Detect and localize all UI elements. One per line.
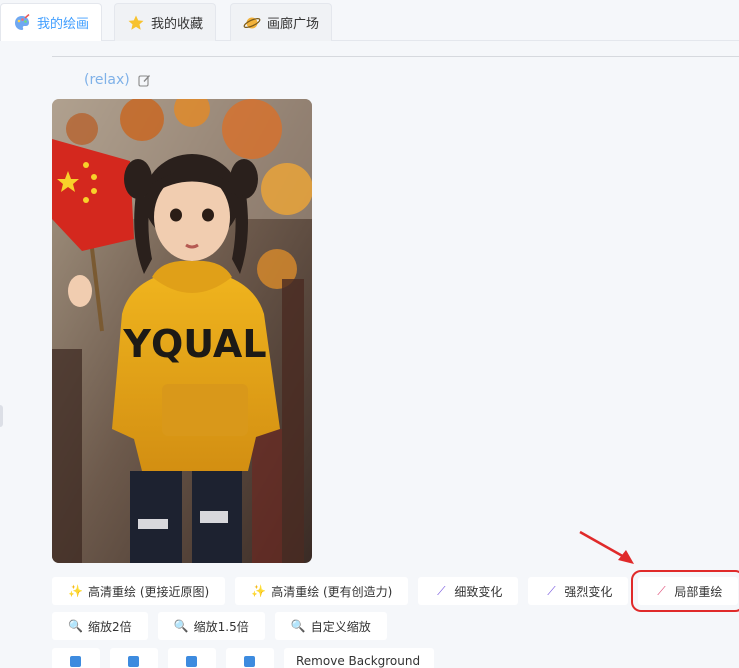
remove-background-button[interactable]: Remove Background <box>284 648 434 668</box>
subtle-variation-button[interactable]: ⟋ 细致变化 <box>418 577 519 605</box>
button-label: 缩放1.5倍 <box>193 619 249 634</box>
sparkle-icon: ✨ <box>251 584 267 598</box>
button-label: 高清重绘 (更有创造力) <box>271 584 393 599</box>
strong-variation-button[interactable]: ⟋ 强烈变化 <box>528 577 629 605</box>
pan-down-button[interactable] <box>226 648 274 668</box>
brush-icon: ⟋ <box>657 583 666 598</box>
red-arrow-annotation <box>579 530 634 564</box>
hd-redraw-creative-button[interactable]: ✨ 高清重绘 (更有创造力) <box>235 577 409 605</box>
button-label: 自定义缩放 <box>310 619 371 634</box>
zoom-2x-button[interactable]: 🔍 缩放2倍 <box>52 612 148 640</box>
prompt-text: (relax) <box>84 72 130 88</box>
action-row-upscale-variation: ✨ 高清重绘 (更接近原图) ✨ 高清重绘 (更有创造力) ⟋ 细致变化 ⟋ 强… <box>52 570 739 612</box>
magic-wand-icon: ⟋ <box>547 583 556 598</box>
magic-wand-icon: ⟋ <box>437 583 446 598</box>
hoodie-text: YQUAL <box>122 322 266 366</box>
image-illustration: YQUAL <box>52 99 312 563</box>
magnifier-icon: 🔍 <box>173 619 189 633</box>
button-label: 高清重绘 (更接近原图) <box>88 584 210 599</box>
hd-redraw-faithful-button[interactable]: ✨ 高清重绘 (更接近原图) <box>52 577 226 605</box>
tab-my-favorites[interactable]: 我的收藏 <box>114 3 217 41</box>
sparkle-icon: ✨ <box>68 584 83 598</box>
arrow-icon <box>186 656 197 667</box>
action-row-zoom: 🔍 缩放2倍 🔍 缩放1.5倍 🔍 自定义缩放 <box>52 612 387 640</box>
arrow-icon <box>244 656 255 667</box>
zoom-1-5x-button[interactable]: 🔍 缩放1.5倍 <box>157 612 265 640</box>
pan-right-button[interactable] <box>110 648 158 668</box>
button-label: 缩放2倍 <box>88 619 132 634</box>
button-label: 局部重绘 <box>674 584 723 599</box>
arrow-icon <box>70 656 81 667</box>
tab-gallery-square[interactable]: 画廊广场 <box>230 3 333 41</box>
prompt-row: (relax) <box>84 72 151 88</box>
palette-icon <box>15 13 30 30</box>
magnifier-icon: 🔍 <box>290 619 306 633</box>
divider <box>52 56 739 57</box>
generated-image[interactable]: YQUAL <box>52 99 312 563</box>
tab-bar: 我的绘画 我的收藏 画廊广场 <box>0 0 739 41</box>
planet-icon <box>243 17 261 28</box>
edit-icon[interactable] <box>138 74 151 87</box>
tab-label: 画廊广场 <box>267 17 320 32</box>
custom-zoom-button[interactable]: 🔍 自定义缩放 <box>274 612 387 640</box>
star-icon <box>128 15 144 30</box>
action-row-pan: Remove Background <box>52 648 434 668</box>
tab-my-paintings[interactable]: 我的绘画 <box>0 3 103 41</box>
button-label: 细致变化 <box>454 584 503 599</box>
tab-label: 我的绘画 <box>37 17 90 32</box>
arrow-icon <box>128 656 139 667</box>
button-label: 强烈变化 <box>564 584 613 599</box>
pan-left-button[interactable] <box>52 648 100 668</box>
side-handle[interactable] <box>0 405 3 427</box>
inpaint-button[interactable]: ⟋ 局部重绘 <box>631 570 739 612</box>
tab-label: 我的收藏 <box>151 17 204 32</box>
magnifier-icon: 🔍 <box>68 619 83 633</box>
pan-up-button[interactable] <box>168 648 216 668</box>
